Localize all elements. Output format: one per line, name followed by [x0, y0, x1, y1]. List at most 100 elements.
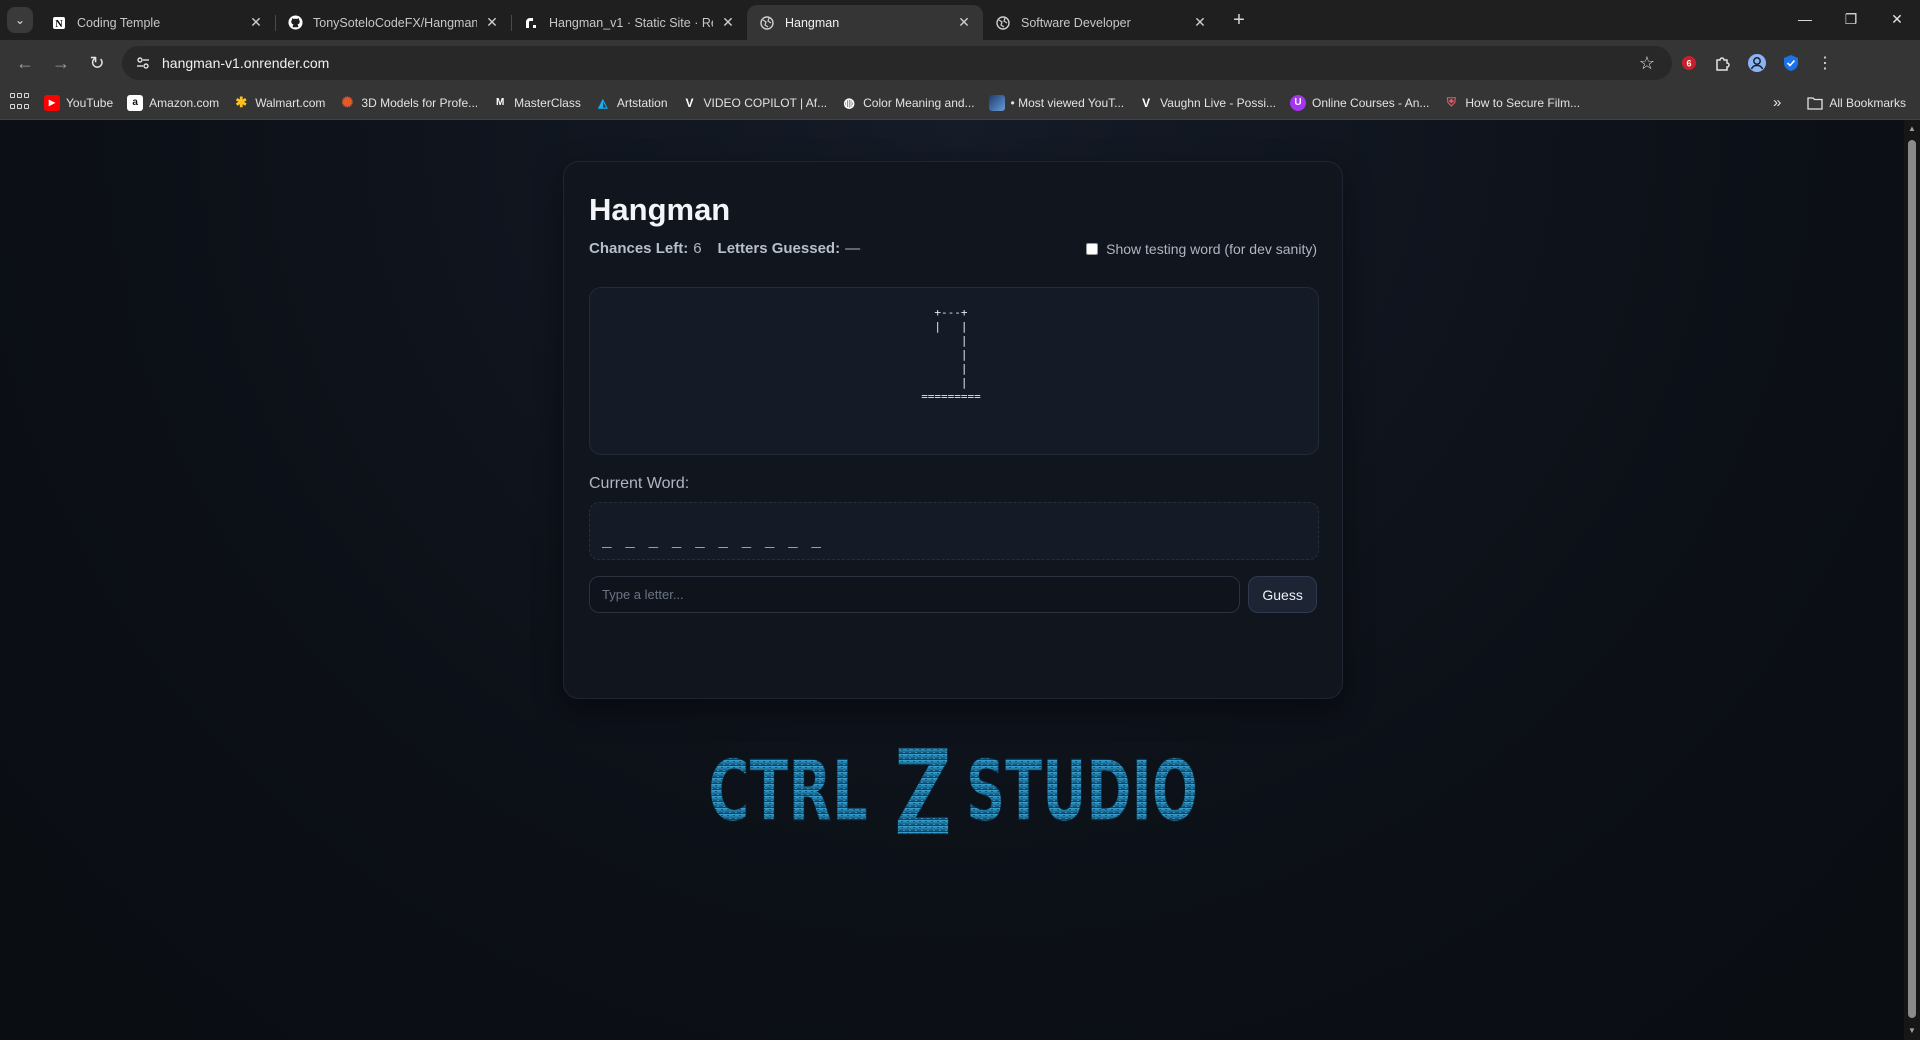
bookmark-color-meaning[interactable]: ◍ Color Meaning and... — [841, 95, 974, 111]
bookmark-youtube[interactable]: ▶ YouTube — [44, 94, 114, 111]
bookmark-label: Color Meaning and... — [863, 95, 975, 110]
bookmark-label: Walmart.com — [255, 95, 326, 110]
bookmark-label: Amazon.com — [149, 95, 220, 110]
bookmark-label: 3D Models for Profe... — [361, 95, 479, 110]
folder-icon — [1807, 96, 1823, 110]
letters-guessed-value: — — [845, 240, 861, 257]
profile-button[interactable] — [1740, 46, 1774, 80]
reload-icon: ↻ — [89, 52, 105, 73]
scroll-up-arrow-icon[interactable]: ▲ — [1907, 124, 1917, 134]
game-stats: Chances Left: 6 Letters Guessed: — Show … — [589, 240, 1317, 257]
browser-toolbar: ← → ↻ hangman-v1.onrender.com ☆ 6 ⋮ — [0, 40, 1920, 86]
bookmark-label: YouTube — [66, 95, 114, 110]
extension-badge-icon: 6 — [1682, 56, 1696, 70]
bookmark-walmart[interactable]: ✱ Walmart.com — [233, 94, 326, 111]
close-icon[interactable]: ✕ — [483, 14, 501, 32]
bookmark-turbosquid[interactable]: ✺ 3D Models for Profe... — [339, 94, 479, 111]
puzzle-icon — [1716, 57, 1730, 71]
bookmark-label: How to Secure Film... — [1465, 95, 1581, 110]
tab-github[interactable]: TonySoteloCodeFX/Hangman_v ✕ — [275, 5, 511, 40]
forward-button[interactable]: → — [44, 46, 78, 80]
udemy-icon: U — [1290, 94, 1306, 111]
close-icon[interactable]: ✕ — [955, 14, 973, 32]
logo-text-ctrl: CTRL — [708, 742, 868, 840]
bookmark-vaughn[interactable]: V Vaughn Live - Possi... — [1138, 95, 1276, 111]
bookmarks-bar: ▶ YouTube a Amazon.com ✱ Walmart.com ✺ 3D Mo… — [0, 86, 1920, 120]
bookmark-masterclass[interactable]: M MasterClass — [492, 95, 581, 111]
dev-toggle-checkbox[interactable] — [1086, 242, 1099, 255]
hangman-card: Hangman Chances Left: 6 Letters Guessed:… — [563, 161, 1343, 699]
amazon-icon: a — [127, 94, 144, 111]
ctrl-z-studio-logo: CTRL Z STUDIO — [708, 724, 1199, 844]
url-text: hangman-v1.onrender.com — [162, 55, 330, 71]
new-tab-button[interactable]: + — [1225, 6, 1253, 34]
browser-menu-button[interactable]: ⋮ — [1808, 46, 1842, 80]
artstation-icon: ◭ — [598, 95, 608, 110]
globe-icon — [995, 15, 1011, 31]
arrow-right-icon: → — [52, 52, 70, 73]
current-word-label: Current Word: — [589, 475, 690, 492]
minimize-button[interactable]: — — [1782, 0, 1828, 38]
guess-button[interactable]: Guess — [1248, 576, 1317, 613]
bookmark-label: • Most viewed YouT... — [1010, 95, 1125, 110]
restore-button[interactable]: ❐ — [1828, 0, 1874, 38]
scrollbar-thumb[interactable] — [1908, 140, 1916, 1018]
bookmark-label: Online Courses - An... — [1312, 95, 1430, 110]
minimize-icon: — — [1798, 11, 1812, 27]
tab-software-developer[interactable]: Software Developer ✕ — [983, 5, 1219, 40]
close-icon[interactable]: ✕ — [247, 14, 265, 32]
window-controls: — ❐ ✕ — [1782, 0, 1920, 38]
page-title: Hangman — [589, 192, 731, 227]
all-bookmarks-label: All Bookmarks — [1829, 95, 1906, 110]
tab-title: Hangman — [785, 15, 840, 30]
close-icon[interactable]: ✕ — [1191, 14, 1209, 32]
scroll-down-arrow-icon[interactable]: ▼ — [1907, 1026, 1917, 1036]
page-viewport: Hangman Chances Left: 6 Letters Guessed:… — [0, 120, 1920, 1040]
address-bar[interactable]: hangman-v1.onrender.com ☆ — [122, 46, 1672, 80]
guess-form: Guess — [589, 576, 1317, 613]
render-icon — [523, 15, 539, 31]
apps-grid-icon[interactable] — [10, 92, 30, 113]
site-info-icon[interactable] — [134, 54, 152, 72]
tab-coding-temple[interactable]: N Coding Temple ✕ — [39, 5, 275, 40]
bookmark-label: MasterClass — [514, 95, 581, 110]
all-bookmarks-button[interactable]: All Bookmarks — [1807, 96, 1906, 110]
bookmark-udemy[interactable]: U Online Courses - An... — [1290, 94, 1430, 111]
tab-search-button[interactable]: ⌄ — [7, 7, 33, 33]
letter-input[interactable] — [589, 576, 1241, 613]
tab-title: Hangman_v1 · Static Site · Ren — [549, 15, 713, 30]
globe-icon — [759, 15, 775, 31]
bookmark-secure-film[interactable]: ⛨ How to Secure Film... — [1443, 95, 1580, 111]
current-word-display: _ _ _ _ _ _ _ _ _ _ — [589, 502, 1319, 560]
extension-button[interactable]: 6 — [1672, 46, 1706, 80]
avatar-icon — [1748, 54, 1766, 72]
close-icon[interactable]: ✕ — [719, 14, 737, 32]
letters-guessed-label: Letters Guessed: — [717, 240, 841, 257]
dev-toggle[interactable]: Show testing word (for dev sanity) — [1086, 241, 1317, 257]
bookmark-amazon[interactable]: a Amazon.com — [127, 94, 220, 111]
github-icon — [287, 15, 303, 31]
logo-text-z: Z — [894, 724, 952, 844]
turbosquid-icon: ✺ — [341, 94, 354, 110]
videocopilot-icon: V — [685, 95, 694, 110]
extensions-menu-button[interactable] — [1706, 46, 1740, 80]
close-window-button[interactable]: ✕ — [1874, 0, 1920, 38]
page-scrollbar[interactable]: ▲ ▼ — [1904, 120, 1920, 1040]
bookmark-label: VIDEO COPILOT | Af... — [703, 95, 828, 110]
bookmark-star-icon[interactable]: ☆ — [1634, 50, 1660, 76]
browser-tab-strip: ⌄ N Coding Temple ✕ TonySoteloCodeFX/Han… — [0, 0, 1920, 40]
bookmark-most-viewed[interactable]: • Most viewed YouT... — [988, 94, 1125, 111]
back-button[interactable]: ← — [8, 46, 42, 80]
dev-toggle-label: Show testing word (for dev sanity) — [1106, 240, 1317, 257]
more-bookmarks-chevron-icon[interactable]: » — [1773, 94, 1781, 111]
chevron-down-icon: ⌄ — [14, 13, 26, 27]
tab-render[interactable]: Hangman_v1 · Static Site · Ren ✕ — [511, 5, 747, 40]
password-manager-button[interactable] — [1774, 46, 1808, 80]
tab-title: TonySoteloCodeFX/Hangman_v — [313, 15, 477, 30]
gallows-display: +---+ | | | | | | ========= — [589, 287, 1319, 455]
bookmark-videocopilot[interactable]: V VIDEO COPILOT | Af... — [682, 95, 828, 111]
shield-icon: ⛨ — [1446, 95, 1456, 109]
bookmark-artstation[interactable]: ◭ Artstation — [595, 95, 667, 111]
reload-button[interactable]: ↻ — [80, 46, 114, 80]
tab-hangman[interactable]: Hangman ✕ — [747, 5, 983, 40]
